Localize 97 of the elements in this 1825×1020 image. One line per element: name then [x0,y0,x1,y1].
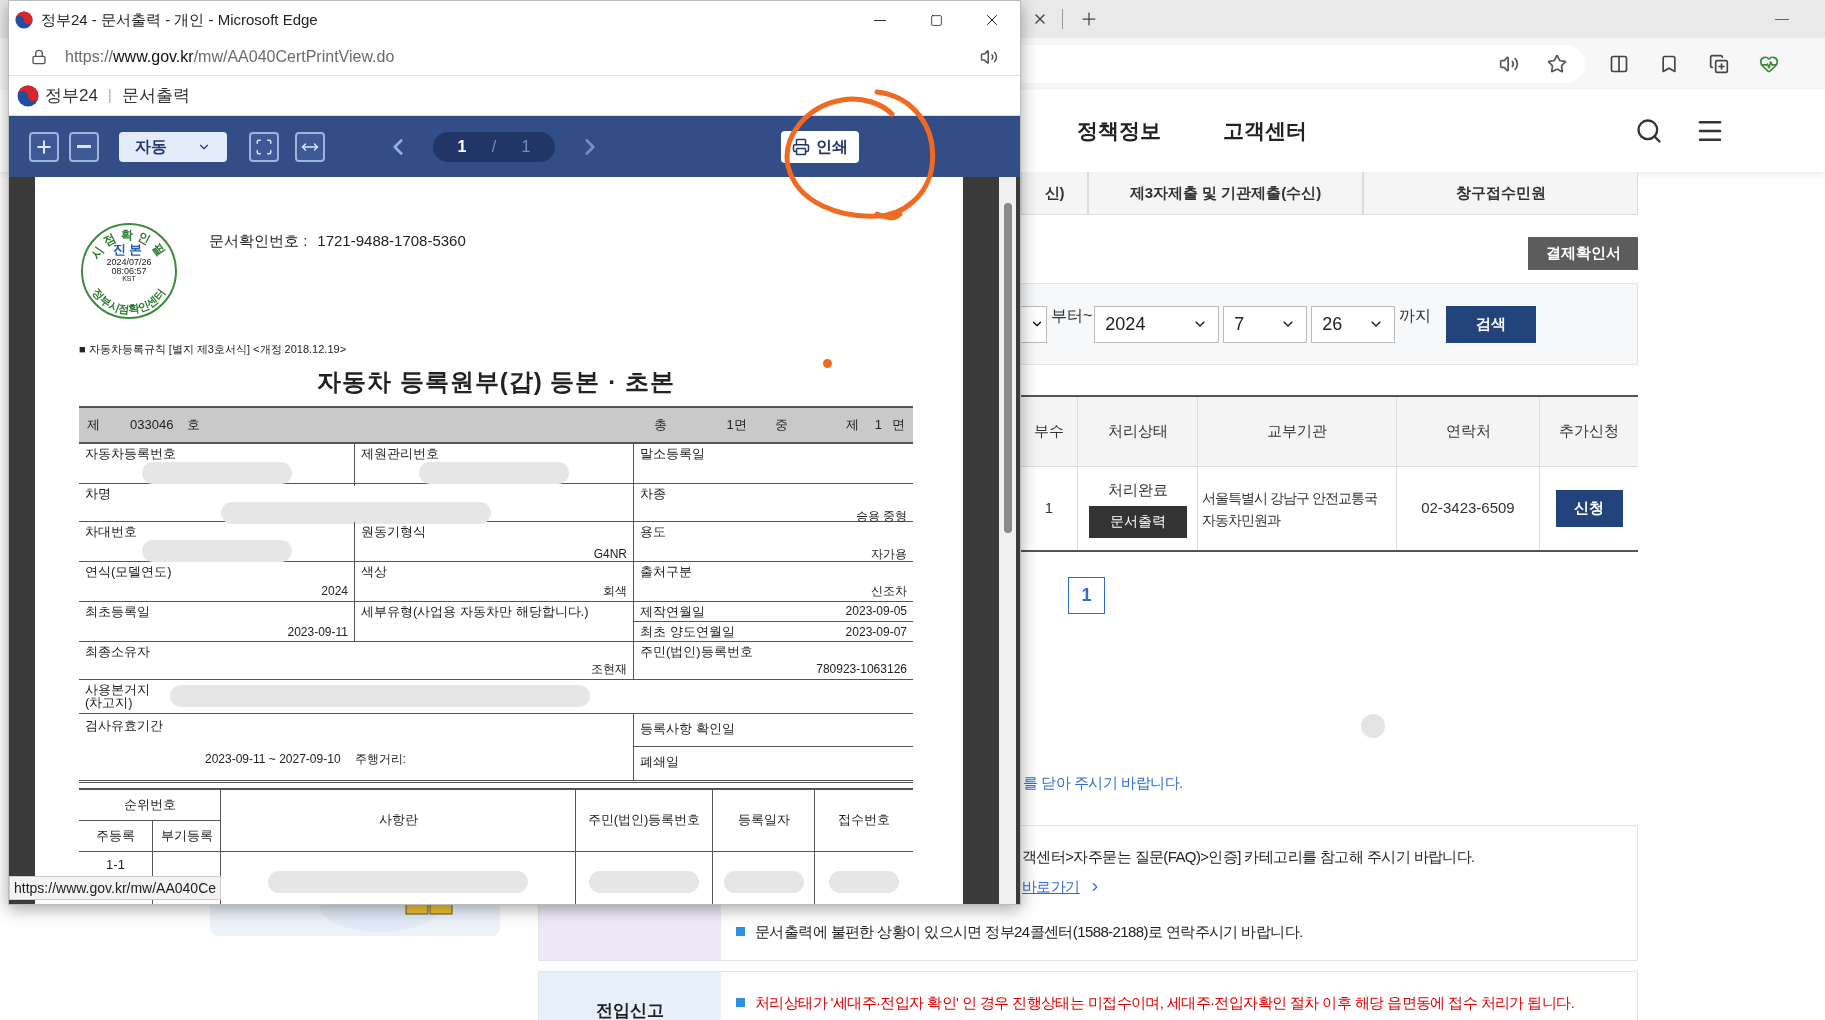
column-header: 접수번호 [815,789,913,852]
date-suffix: 까지 [1399,306,1432,326]
field-label: 자동차등록번호 [85,445,176,462]
status-url: https://www.gov.kr/mw/AA040Ce [9,876,222,900]
column-header: 등록일자 [713,789,815,852]
field-value: 신조차 [871,583,907,599]
info-label: 전입신고 [596,999,664,1020]
field-value: 회색 [603,583,627,599]
field-label: 원동기형식 [361,523,426,540]
column-header: 교부기관 [1198,397,1397,466]
field-label: 주민(법인)등록번호 [640,643,753,660]
status-text: 처리완료 [1107,480,1168,501]
field-label: 색상 [361,563,387,580]
tab[interactable]: 창구접수민원 [1363,172,1638,215]
month-select[interactable]: 7 [1223,305,1308,343]
info-text: 문서출력에 불편한 상황이 있으시면 정부24콜센터(1588-2188)로 연락주시기 바랍니다. [755,921,1303,942]
stamp-text: 2024/07/26 [106,257,152,267]
header-separator: | [107,86,112,105]
field-value: 승용 중형 [855,508,907,524]
header-text: 호 [187,415,201,434]
field-label: 말소등록일 [640,445,705,462]
page-button[interactable]: 1 [1068,577,1105,614]
field-label: 사용본거지 (차고지) [85,683,150,709]
field-label: 출처구분 [640,563,692,580]
window-title: 정부24 - 문서출력 - 개인 - Microsoft Edge [41,9,318,30]
tab[interactable]: 제3자제출 및 기관제출(수신) [1088,172,1363,215]
page-separator: / [491,136,497,157]
document-number: 1721-9488-1708-5360 [317,231,466,251]
field-label: 등록사항 확인일 [640,720,735,736]
field-label: 제원관리번호 [361,445,439,462]
address-url[interactable]: https://www.gov.kr/mw/AA040CertPrintView.do [65,45,395,69]
field-label: 주행거리: [354,750,406,768]
column-header: 사항란 [221,789,576,852]
nav-link[interactable]: 고객센터 [1223,115,1307,147]
field-label: 차종 [640,485,666,502]
current-page[interactable]: 1 [457,134,467,159]
apply-button[interactable]: 신청 [1555,490,1623,527]
table-cell-text: 02-3423-6509 [1421,498,1515,519]
day-select[interactable]: 26 [1311,305,1396,343]
shortcut-link[interactable]: 바로가기 [1022,876,1080,899]
field-value: 2023-09-11 ~ 2027-09-10 [205,750,341,768]
field-label: 연식(모델연도) [85,563,172,580]
field-value: G4NR [593,546,627,562]
field-label: 최초 양도연월일 [640,623,735,641]
field-value: 2023-09-07 [845,623,907,641]
field-label: 제작연월일 [640,602,705,621]
field-value: 780923-1063126 [816,661,907,677]
column-header: 주등록 [79,820,153,852]
search-button[interactable]: 검색 [1446,305,1537,343]
stamp-text: 08:06:57 [111,266,147,276]
column-header: 부기등록 [153,820,221,852]
header-text: 제 [845,415,859,434]
table-cell-text: 서울특별시 강남구 안전교통국 자동차민원과 [1202,488,1378,530]
notice-text: 를 닫아 주시기 바랍니다. [1023,773,1184,793]
page-title: 문서출력 [121,84,190,107]
info-text: 객센터>자주묻는 질문(FAQ)>인증] 카테고리를 참고해 주시기 바랍니다. [1022,846,1475,867]
field-value: 2023-09-05 [845,603,907,621]
column-header: 순위번호 [79,789,221,821]
header-text: 1 [874,415,882,434]
print-document-button[interactable]: 문서출력 [1088,505,1187,538]
year-select[interactable]: 2024 [1094,305,1220,343]
column-header: 주민(법인)등록번호 [576,789,713,852]
page-total: 1 [521,136,531,157]
header-text: 033046 [130,415,174,434]
table-cell-text: 1 [1044,498,1054,519]
column-header: 추가신청 [1558,421,1620,442]
column-header: 처리상태 [1078,397,1198,466]
date-suffix: 부터~ [1051,306,1093,326]
document-number-label: 문서확인번호 : [209,231,308,251]
site-name: 정부24 [45,84,98,107]
field-label: 최종소유자 [85,643,150,660]
tab[interactable]: 신) [1021,172,1088,215]
header-text: 제 [87,415,100,434]
field-value: 자가용 [871,546,907,562]
header-text: 총 [653,415,667,434]
field-value: 2024 [321,583,348,599]
warning-text: 처리상태가 '세대주·전입자 확인' 인 경우 진행상태는 미접수이며, 세대주·전입자확인 절차 이후 해당 읍면동에 접수 처리가 됩니다. [755,992,1575,1013]
column-header: 연락처 [1397,397,1540,466]
field-label: 용도 [640,523,666,540]
field-label: 최초등록일 [85,603,150,620]
table-cell-text: 1-1 [106,855,125,874]
field-label: 검사유효기간 [85,716,163,735]
field-label: 폐쇄일 [640,754,679,769]
field-value: 2023-09-11 [287,624,348,640]
document-title: 자동차 등록원부(갑) 등본 · 초본 [317,366,675,397]
field-label: 차명 [85,485,111,502]
nav-link[interactable]: 정책정보 [1077,115,1161,147]
field-value: 조현재 [591,661,627,677]
field-label: 차대번호 [85,523,137,540]
header-text: 1면 [726,415,747,434]
header-text: 중 [774,415,788,434]
print-button[interactable]: 인쇄 [781,130,859,163]
form-note: ■ 자동차등록규칙 [별지 제3호서식] <개정 2018.12.19> [79,342,348,357]
field-label: 세부유형(사업용 자동차만 해당합니다.) [361,603,589,620]
receipt-button[interactable]: 결제확인서 [1528,237,1638,270]
header-text: 면 [892,415,905,434]
zoom-select[interactable]: 자동 [119,131,227,162]
